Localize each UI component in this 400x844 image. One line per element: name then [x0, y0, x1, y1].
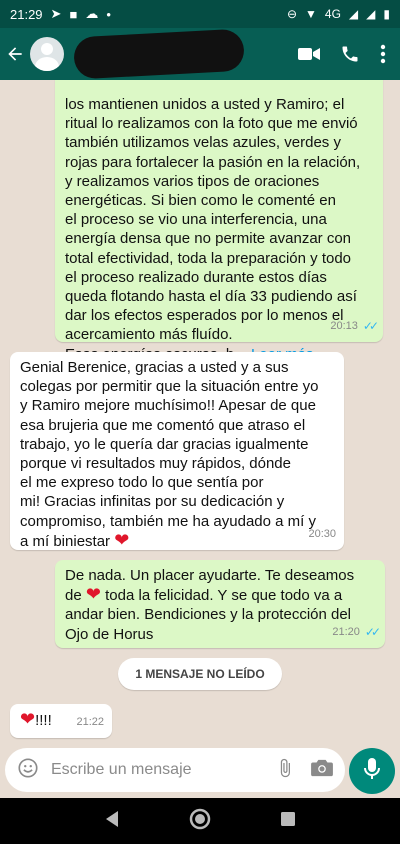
message-line: los mantienen unidos a usted y Ramiro; e…: [65, 96, 345, 113]
chat-header: [0, 28, 400, 80]
message-line: mi! Gracias infinitas por su dedicación …: [20, 493, 285, 511]
message-time: 21:20: [332, 625, 360, 638]
message-line: también utilizamos velas azules, verdes …: [65, 134, 341, 152]
message-line: rojas para fortalecer la pasión en la re…: [65, 153, 361, 171]
nav-recents-icon[interactable]: [280, 811, 296, 832]
message-time: 20:30: [308, 527, 336, 540]
message-line: andar bien. Bendiciones y la protección …: [65, 606, 352, 624]
message-input-box[interactable]: [5, 748, 345, 792]
message-line: energía densa que no permite avanzar con: [65, 230, 352, 248]
message-incoming[interactable]: Genial Berenice, gracias a usted y a sus…: [10, 352, 344, 550]
phone-icon[interactable]: [340, 44, 360, 64]
attach-icon[interactable]: [275, 757, 295, 784]
status-bar: 21:29 ➤ ■ ☁ • ⊖ ▼ 4G ◢ ◢ ▮: [0, 0, 400, 28]
status-time: 21:29: [10, 6, 43, 22]
cloud-icon: ☁: [85, 6, 99, 21]
message-incoming[interactable]: ❤!!!! 21:22: [10, 704, 112, 738]
message-meta: 20:13 ✓✓: [330, 317, 379, 336]
signal-icon: ◢: [348, 7, 359, 21]
videocam-icon[interactable]: [298, 46, 320, 62]
message-line: trabajo, yo le quería dar gracias igualm…: [20, 435, 309, 453]
message-meta: 20:30: [308, 525, 336, 544]
message-line: el proceso realizado durante estos días: [65, 268, 327, 286]
wifi-icon: ▼: [305, 7, 317, 21]
message-line: de ❤ toda la felicidad. Y se que todo va…: [65, 585, 375, 605]
notification-icon: ■: [69, 6, 78, 22]
composer-bar: [0, 748, 400, 798]
more-vert-icon[interactable]: [380, 44, 386, 64]
camera-icon[interactable]: [311, 758, 333, 783]
message-input[interactable]: [51, 761, 251, 779]
unread-messages-divider: 1 MENSAJE NO LEÍDO: [118, 658, 282, 690]
message-text-end: a mí biniestar: [20, 532, 111, 550]
location-icon: ➤: [50, 6, 62, 21]
message-line: y realizamos varios tipos de oraciones: [65, 172, 320, 190]
battery-icon: ▮: [383, 7, 390, 21]
message-line: esa brujeria que me comentó que atraso e…: [20, 416, 306, 434]
heart-emoji: ❤: [114, 529, 130, 550]
message-line: Ojo de Horus: [65, 625, 154, 643]
message-text: Genial Berenice, gracias a usted y a sus…: [20, 358, 334, 551]
message-line: el me expreso todo lo que sentía por: [20, 474, 264, 492]
message-line: el proceso se vio una interferencia, una: [65, 211, 327, 229]
chat-area[interactable]: los mantienen unidos a usted y Ramiro; e…: [0, 80, 400, 748]
network-label: 4G: [324, 7, 341, 21]
message-line: y Ramiro mejore muchísimo!! Apesar de qu…: [20, 397, 316, 415]
message-line: queda flotando hasta el día 33 pudiendo …: [65, 288, 357, 306]
read-receipt-icon: ✓✓: [364, 624, 381, 639]
message-line: energéticas. Si bien como le comenté en: [65, 192, 336, 210]
message-line: dar los efectos esperados por lo menos e…: [65, 307, 344, 325]
message-line: colegas por permitir que la situación en…: [20, 378, 319, 396]
message-time: 20:13: [330, 319, 358, 332]
avatar[interactable]: [30, 37, 64, 71]
message-line: porque vi resultados muy rápidos, dónde: [20, 455, 291, 473]
message-text: De nada. Un placer ayudarte. Te deseamos…: [65, 566, 375, 644]
message-outgoing[interactable]: los mantienen unidos a usted y Ramiro; e…: [55, 80, 383, 363]
message-line: total efectividad, toda la preparación y…: [65, 249, 352, 267]
dot-icon: •: [106, 6, 111, 22]
contact-name-redacted[interactable]: [73, 28, 245, 80]
message-meta: 21:20 ✓✓: [332, 623, 381, 642]
signal-icon-2: ◢: [366, 7, 376, 21]
message-text: los mantienen unidos a usted y Ramiro; e…: [65, 80, 373, 364]
system-nav-bar: [0, 798, 400, 844]
message-text-part: toda la felicidad. Y se que todo va a: [105, 587, 343, 605]
message-text-part: de: [65, 587, 82, 605]
read-receipt-icon: ✓✓: [362, 318, 379, 333]
message-line: a mí biniestar ❤: [20, 529, 334, 551]
mic-icon: [363, 757, 381, 786]
nav-back-icon[interactable]: [104, 810, 120, 833]
heart-emoji: ❤: [85, 584, 101, 605]
message-line: Genial Berenice, gracias a usted y a sus: [20, 359, 289, 376]
message-time: 21:22: [76, 715, 104, 728]
message-line: compromiso, también me ha ayudado a mí y: [20, 512, 316, 530]
message-line: De nada. Un placer ayudarte. Te deseamos: [65, 567, 355, 584]
emoji-icon[interactable]: [17, 757, 39, 784]
arrow-back-icon[interactable]: [0, 28, 30, 80]
dnd-icon: ⊖: [286, 7, 298, 21]
message-meta: 21:22: [76, 713, 104, 732]
message-outgoing[interactable]: De nada. Un placer ayudarte. Te deseamos…: [55, 560, 385, 648]
message-line: acercamiento más fluído.: [65, 326, 233, 344]
nav-home-icon[interactable]: [189, 808, 211, 835]
heart-emoji: ❤: [20, 709, 36, 729]
mic-button[interactable]: [349, 748, 395, 794]
message-text-part: !!!!: [35, 712, 52, 729]
message-line: ritual lo realizamos con la foto que me …: [65, 115, 358, 133]
